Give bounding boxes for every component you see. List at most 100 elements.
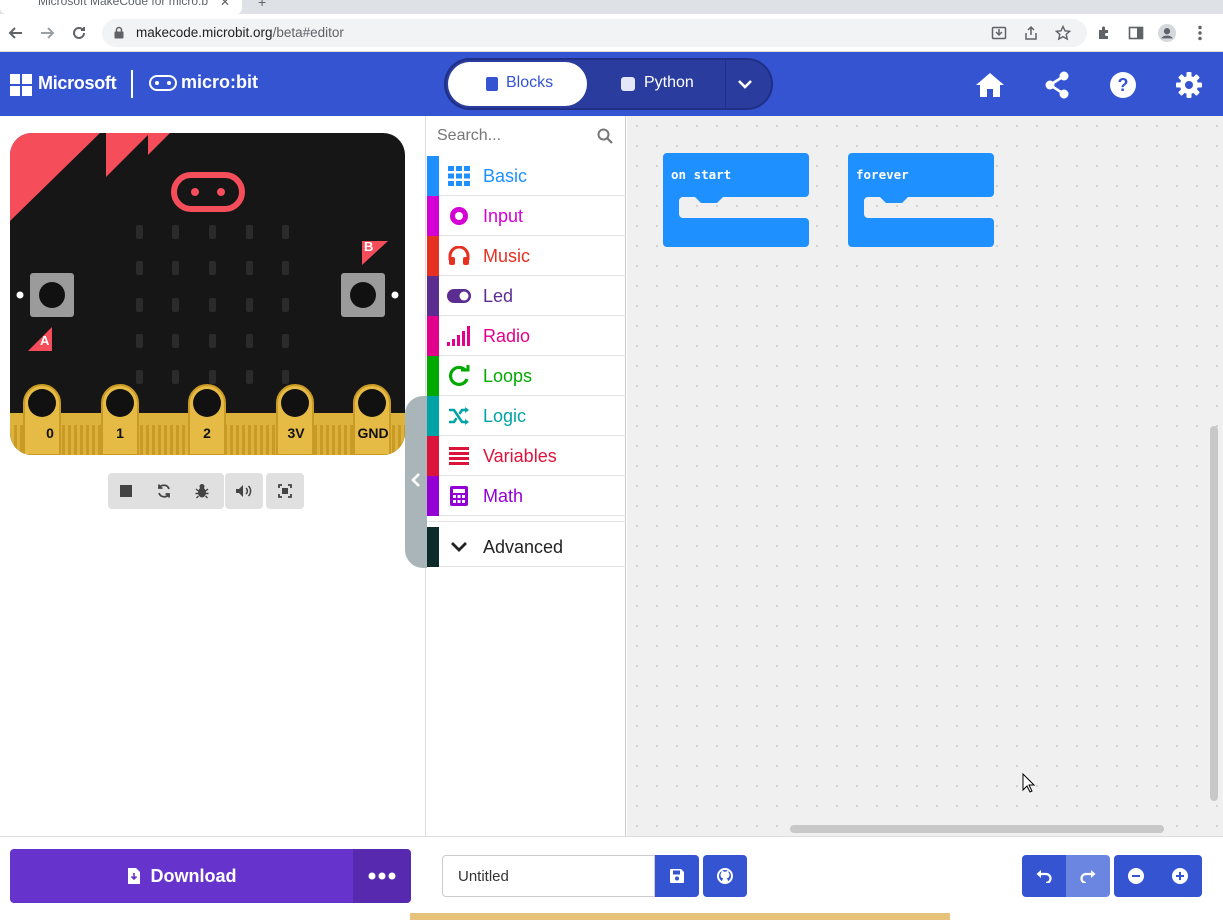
side-panel-icon[interactable]	[1127, 24, 1145, 42]
extensions-icon[interactable]	[1095, 24, 1113, 42]
category-advanced[interactable]: Advanced	[427, 527, 626, 567]
pin-label-gnd: GND	[357, 425, 389, 441]
toolbox-search	[427, 116, 626, 156]
loop-arrow-icon	[447, 365, 471, 387]
mute-sound-icon[interactable]	[225, 473, 263, 509]
share-page-icon[interactable]	[1023, 25, 1039, 41]
browser-tab[interactable]: Microsoft MakeCode for micro:bit ✕	[0, 0, 242, 14]
category-color-bar	[427, 236, 439, 276]
zoom-out-button[interactable]	[1114, 855, 1158, 897]
vertical-scrollbar[interactable]	[1210, 426, 1218, 801]
microsoft-logo-icon	[10, 74, 32, 96]
undo-button[interactable]	[1022, 855, 1066, 897]
fullscreen-icon[interactable]	[266, 473, 304, 509]
redo-icon	[1080, 870, 1096, 883]
category-radio[interactable]: Radio	[427, 316, 626, 356]
category-label: Variables	[483, 446, 557, 466]
forward-icon[interactable]	[36, 22, 58, 44]
category-color-bar	[427, 476, 439, 516]
category-color-bar	[427, 527, 439, 567]
category-variables[interactable]: Variables	[427, 436, 626, 476]
microbit-simulator-board[interactable]: A B 0 1 2 3V GND	[10, 133, 405, 455]
download-more-button[interactable]	[353, 849, 411, 903]
category-label: Music	[483, 246, 531, 266]
category-label: Loops	[483, 366, 533, 386]
tab-close-icon[interactable]: ✕	[220, 0, 230, 9]
category-color-bar	[427, 356, 439, 396]
lock-icon	[114, 26, 124, 39]
search-input[interactable]	[437, 124, 587, 148]
debug-bug-icon[interactable]	[188, 473, 216, 509]
download-label: Download	[150, 865, 237, 886]
microbit-logo-icon	[149, 75, 177, 91]
search-icon[interactable]	[597, 128, 613, 144]
category-color-bar	[427, 436, 439, 476]
microbit-wordmark[interactable]: micro:bit	[181, 72, 258, 93]
bookmark-star-icon[interactable]	[1055, 25, 1071, 41]
floppy-disk-icon	[670, 869, 684, 883]
category-led[interactable]: Led	[427, 276, 626, 316]
button-b-label: B	[364, 239, 374, 254]
makecode-header: Microsoft micro:bit Blocks Python ?	[0, 52, 1223, 116]
microsoft-wordmark: Microsoft	[38, 73, 117, 93]
header-divider	[131, 70, 133, 98]
category-basic[interactable]: Basic	[427, 156, 626, 196]
category-color-bar	[427, 316, 439, 356]
on-start-block[interactable]: on start	[663, 153, 809, 248]
chevron-down-icon	[447, 536, 471, 558]
horizontal-scrollbar[interactable]	[790, 825, 1164, 833]
category-input[interactable]: Input	[427, 196, 626, 236]
toggle-switch-icon	[447, 285, 471, 307]
grid-icon	[447, 165, 471, 187]
toolbox-divider	[427, 516, 626, 522]
github-button[interactable]	[703, 855, 747, 897]
simulator-panel: A B 0 1 2 3V GND	[0, 116, 426, 836]
collapse-simulator-tab[interactable]	[405, 396, 427, 568]
restart-icon[interactable]	[150, 473, 178, 509]
new-tab-icon[interactable]: +	[258, 0, 266, 10]
save-button[interactable]	[655, 855, 699, 897]
category-label: Led	[483, 286, 514, 306]
project-name-input[interactable]	[442, 855, 655, 897]
address-bar[interactable]: makecode.microbit.org/beta#editor	[102, 19, 1087, 47]
profile-avatar-icon[interactable]	[1158, 24, 1176, 42]
pin-label-2: 2	[203, 425, 211, 441]
blocks-workspace[interactable]: on start forever	[627, 116, 1223, 836]
browser-menu-icon[interactable]	[1191, 24, 1209, 42]
blocks-toggle-button[interactable]: Blocks	[448, 62, 587, 106]
gear-icon[interactable]	[1174, 70, 1204, 100]
category-color-bar	[427, 156, 439, 196]
python-icon	[621, 77, 635, 91]
stop-icon[interactable]	[112, 473, 140, 509]
forever-block[interactable]: forever	[848, 153, 994, 248]
zoom-in-icon	[1172, 868, 1188, 884]
category-loops[interactable]: Loops	[427, 356, 626, 396]
category-label: Radio	[483, 326, 531, 346]
category-color-bar	[427, 276, 439, 316]
block-toolbox: Basic Input Music Led Radio Loops	[427, 116, 626, 836]
help-icon[interactable]: ?	[1108, 70, 1138, 100]
browser-toolbar: makecode.microbit.org/beta#editor	[0, 14, 1223, 52]
category-logic[interactable]: Logic	[427, 396, 626, 436]
category-label: Math	[483, 486, 524, 506]
chevron-down-icon[interactable]	[736, 75, 754, 93]
category-math[interactable]: Math	[427, 476, 626, 516]
category-label: Logic	[483, 406, 527, 426]
category-label: Advanced	[483, 537, 564, 557]
share-icon[interactable]	[1042, 70, 1072, 100]
pin-label-1: 1	[116, 425, 124, 441]
reload-icon[interactable]	[68, 22, 90, 44]
list-lines-icon	[447, 445, 471, 467]
zoom-in-button[interactable]	[1158, 855, 1202, 897]
category-music[interactable]: Music	[427, 236, 626, 276]
python-toggle-button[interactable]: Python	[644, 74, 694, 92]
install-icon[interactable]	[991, 25, 1007, 41]
more-dots-icon	[368, 872, 396, 880]
zoom-out-icon	[1128, 868, 1144, 884]
home-icon[interactable]	[975, 70, 1005, 100]
redo-button[interactable]	[1066, 855, 1110, 897]
download-button[interactable]: Download	[10, 849, 353, 903]
svg-text:?: ?	[1118, 75, 1129, 95]
back-icon[interactable]	[5, 22, 27, 44]
undo-icon	[1036, 870, 1052, 883]
